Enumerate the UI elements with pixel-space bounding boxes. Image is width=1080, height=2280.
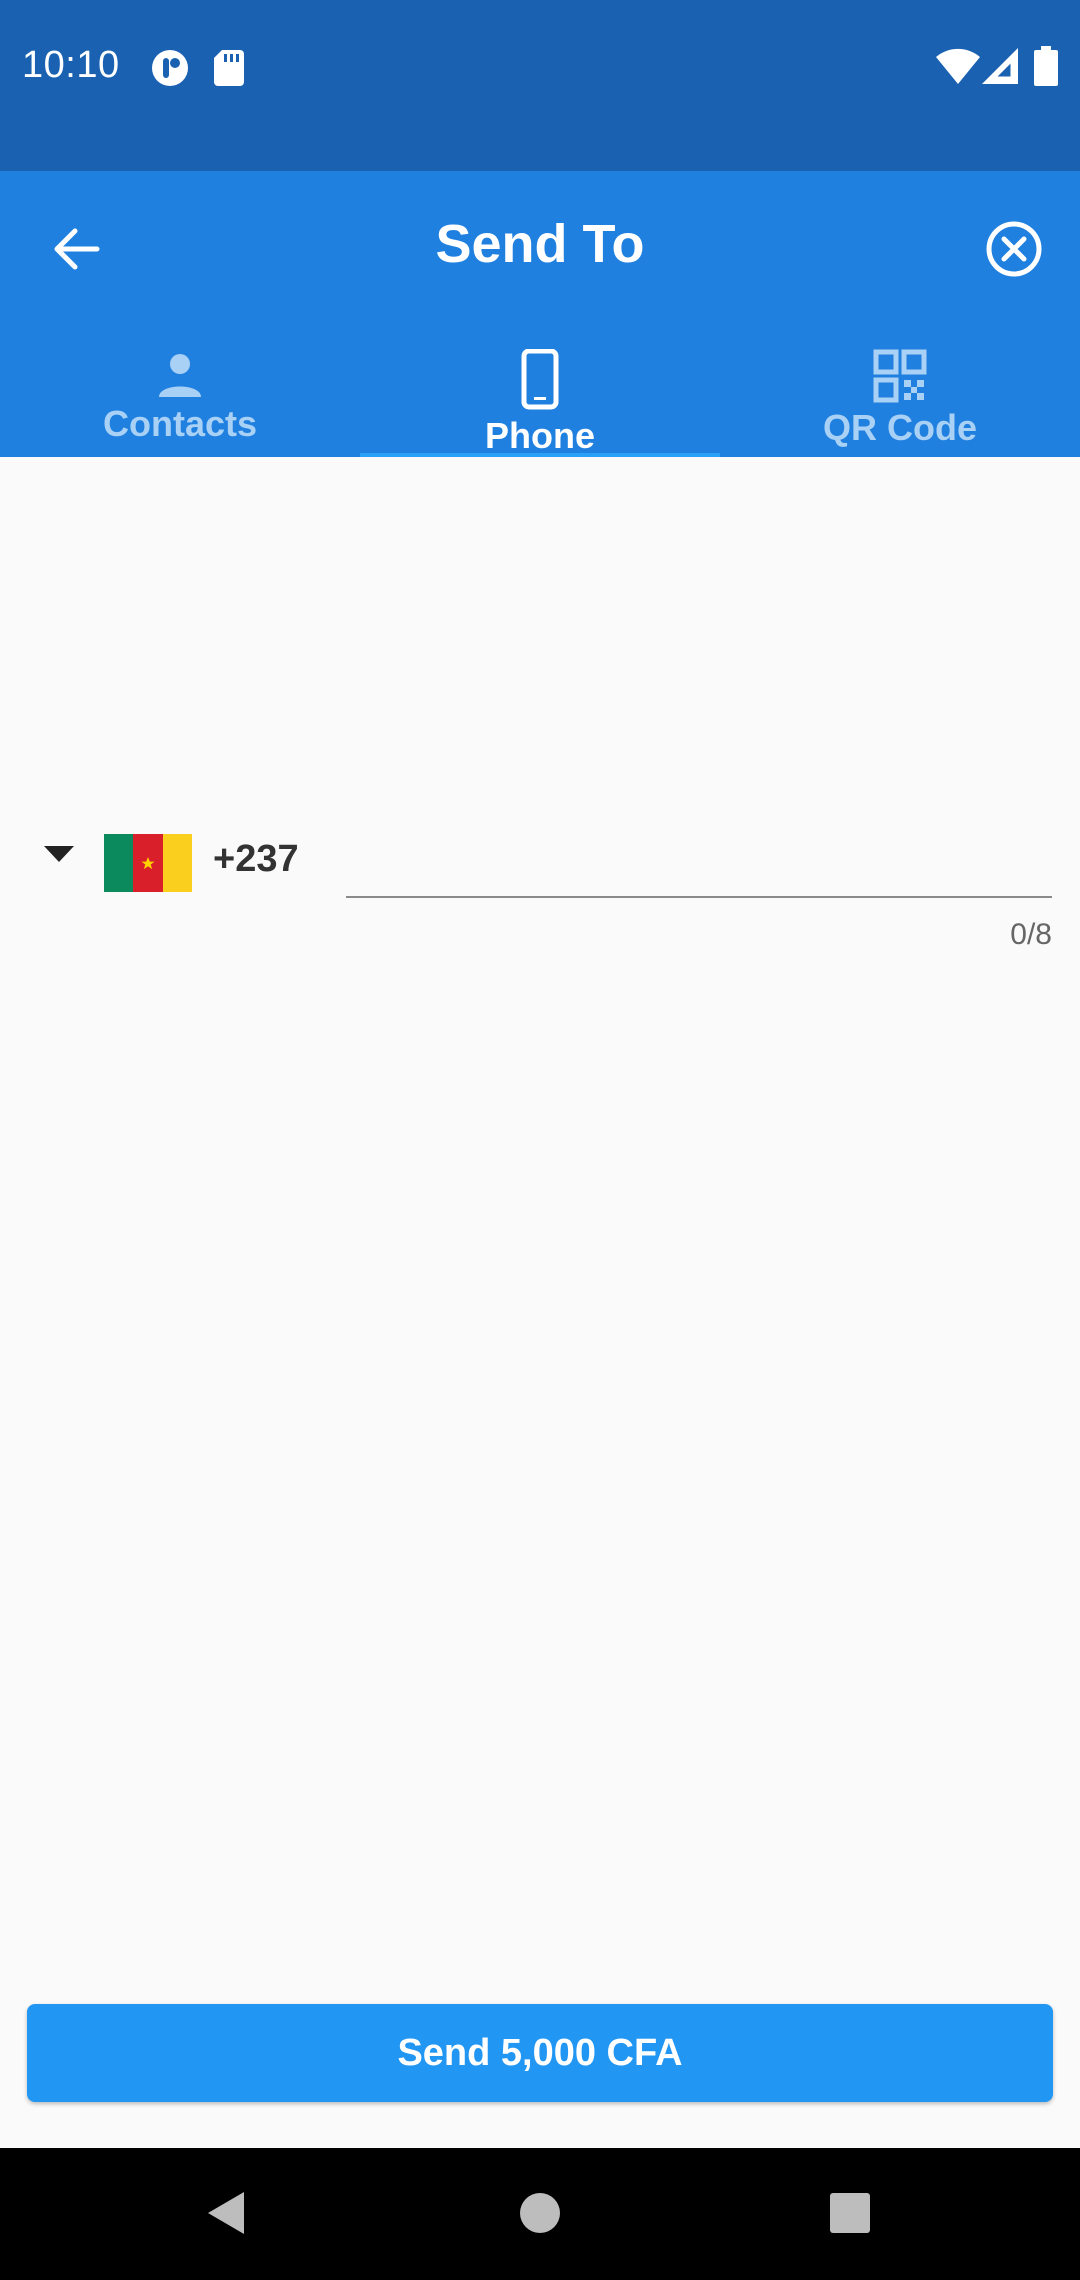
close-circle-icon — [986, 221, 1042, 277]
signal-icon — [982, 48, 1018, 89]
back-button[interactable] — [38, 211, 114, 287]
close-button[interactable] — [976, 211, 1052, 287]
tab-qr-code[interactable]: QR Code — [720, 335, 1080, 457]
nav-back-icon[interactable] — [204, 2188, 248, 2243]
tab-bar: Contacts Phone QR Code — [0, 335, 1080, 457]
cameroon-flag-icon[interactable] — [104, 834, 192, 892]
qr-code-icon — [873, 349, 927, 403]
nav-home-icon[interactable] — [518, 2188, 562, 2243]
navigation-bar — [0, 2148, 1080, 2280]
sd-card-icon — [214, 50, 244, 91]
app-bar: Send To Contacts Phone QR Code — [0, 171, 1080, 457]
phone-number-input[interactable] — [346, 820, 1052, 898]
tab-indicator — [360, 453, 720, 457]
sync-icon — [150, 48, 190, 93]
dropdown-arrow-icon — [44, 846, 74, 862]
character-counter: 0/8 — [1010, 918, 1052, 951]
tab-phone[interactable]: Phone — [360, 335, 720, 457]
status-bar: 10:10 — [0, 0, 1080, 171]
smartphone-icon — [521, 349, 559, 410]
status-time: 10:10 — [22, 44, 120, 86]
battery-icon — [1034, 46, 1058, 91]
person-icon — [159, 354, 201, 397]
page-title: Send To — [435, 214, 645, 274]
tab-contacts[interactable]: Contacts — [0, 335, 360, 457]
tab-phone-label: Phone — [484, 415, 595, 456]
tab-qr-code-label: QR Code — [822, 407, 977, 448]
nav-recents-icon[interactable] — [828, 2188, 872, 2243]
wifi-icon — [936, 48, 980, 89]
arrow-back-icon — [54, 228, 100, 270]
phone-entry-row: +237 — [0, 820, 1080, 900]
tab-contacts-label: Contacts — [102, 403, 258, 444]
dial-code: +237 — [213, 838, 299, 880]
country-dropdown[interactable] — [44, 846, 74, 867]
send-button[interactable]: Send 5,000 CFA — [27, 2004, 1053, 2102]
